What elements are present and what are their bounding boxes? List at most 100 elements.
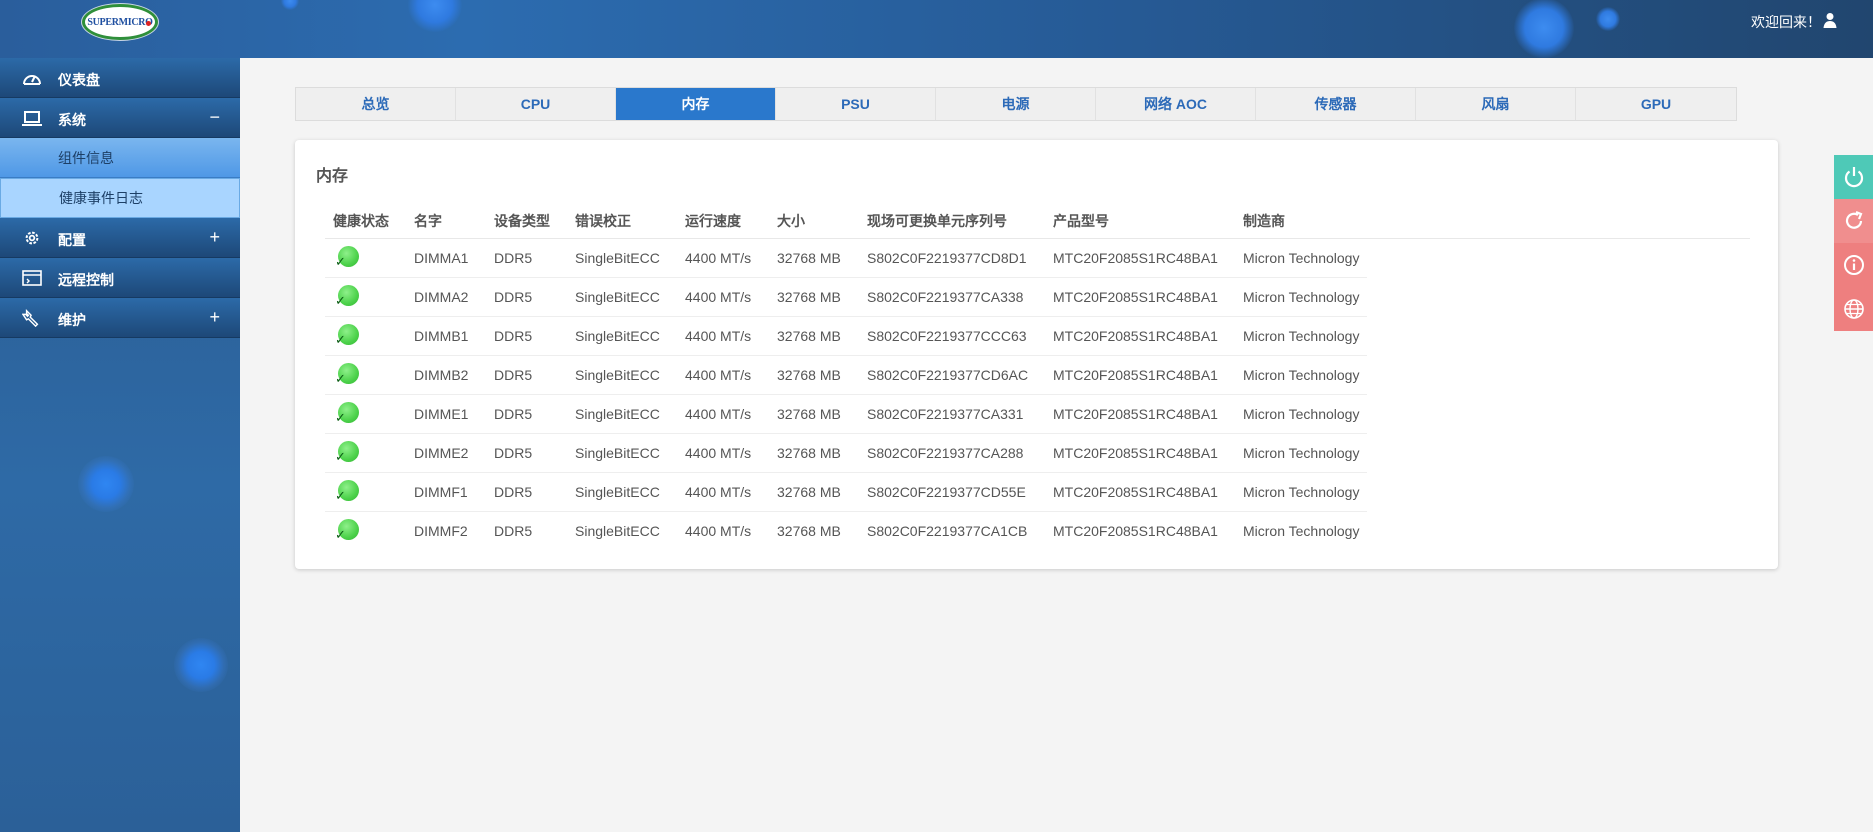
tab-gpu[interactable]: GPU xyxy=(1576,88,1736,120)
expand-toggle[interactable]: + xyxy=(209,307,220,328)
sidebar-item-remote-control[interactable]: 远程控制 xyxy=(0,258,240,298)
cell-ecc: SingleBitECC xyxy=(575,522,660,539)
sidebar-item-configuration[interactable]: 配置 + xyxy=(0,218,240,258)
table-row: ✓ DIMMB2 DDR5 SingleBitECC 4400 MT/s 32768 MB… xyxy=(325,355,1750,395)
decor-orb xyxy=(281,0,299,10)
column-header: 运行速度 xyxy=(677,204,769,239)
health-status-cell: ✓ xyxy=(325,355,406,395)
cell-model: MTC20F2085S1RC48BA1 xyxy=(1045,394,1235,434)
row-filler xyxy=(1367,355,1750,394)
cell-type: DDR5 xyxy=(486,433,567,473)
cell-name: DIMME1 xyxy=(406,394,486,434)
sidebar-item-label: 远程控制 xyxy=(58,272,114,288)
power-button[interactable] xyxy=(1834,155,1873,199)
reset-button[interactable] xyxy=(1834,199,1873,243)
cell-ecc: SingleBitECC xyxy=(567,238,677,278)
memory-panel: 内存 健康状态 名字 设备类型 错误校正 运行速度 大小 现场可更换单元序列号 … xyxy=(295,140,1778,569)
tab-fans[interactable]: 风扇 xyxy=(1416,88,1576,120)
dashboard-gauge-icon xyxy=(23,75,41,85)
cell-serial: S802C0F2219377CA331 xyxy=(859,394,1045,434)
cell-type: DDR5 xyxy=(486,316,567,356)
tab-network-aoc[interactable]: 网络 AOC xyxy=(1096,88,1256,120)
user-icon[interactable] xyxy=(1823,12,1837,28)
tab-sensors[interactable]: 传感器 xyxy=(1256,88,1416,120)
cell-model: MTC20F2085S1RC48BA1 xyxy=(1045,238,1235,278)
cell-vendor: Micron Technology xyxy=(1235,472,1368,512)
panel-title: 内存 xyxy=(316,168,349,185)
health-ok-icon: ✓ xyxy=(335,361,359,386)
tab-memory[interactable]: 内存 xyxy=(616,88,776,120)
tab-cpu[interactable]: CPU xyxy=(456,88,616,120)
decor-orb xyxy=(1514,0,1574,58)
console-window-icon xyxy=(22,270,42,286)
table-row: ✓ DIMME1 DDR5 SingleBitECC 4400 MT/s 32768 MB… xyxy=(325,394,1750,434)
table-row: ✓ DIMME2 DDR5 SingleBitECC 4400 MT/s 32768 MB… xyxy=(325,433,1750,473)
cell-vendor: Micron Technology xyxy=(1235,355,1368,395)
sidebar-item-system[interactable]: 系统 − xyxy=(0,98,240,138)
cell-type: DDR5 xyxy=(494,522,533,539)
cell-type: DDR5 xyxy=(486,238,567,278)
cell-size: 32768 MB xyxy=(769,433,859,473)
cell-size: 32768 MB xyxy=(769,355,859,395)
info-button[interactable] xyxy=(1834,243,1873,287)
column-header: 健康状态 xyxy=(325,204,406,239)
cell-speed: 4400 MT/s xyxy=(677,394,769,434)
health-ok-icon: ✓ xyxy=(335,400,359,425)
cell-serial: S802C0F2219377CA1CB xyxy=(867,522,1028,539)
cell-type: DDR5 xyxy=(486,394,567,434)
tab-overview[interactable]: 总览 xyxy=(296,88,456,120)
cell-name: DIMMB2 xyxy=(406,355,486,395)
cell-model: MTC20F2085S1RC48BA1 xyxy=(1045,472,1235,512)
health-ok-icon: ✓ xyxy=(335,322,359,347)
sidebar-subitem-health-event-log[interactable]: 健康事件日志 xyxy=(0,178,240,218)
row-filler xyxy=(1367,238,1750,277)
sidebar-item-label: 配置 xyxy=(58,232,86,248)
cell-ecc: SingleBitECC xyxy=(567,316,677,356)
cell-speed: 4400 MT/s xyxy=(677,433,769,473)
cell-vendor: Micron Technology xyxy=(1243,522,1360,539)
tab-psu[interactable]: PSU xyxy=(776,88,936,120)
sidebar-item-dashboard[interactable]: 仪表盘 xyxy=(0,58,240,98)
tab-power[interactable]: 电源 xyxy=(936,88,1096,120)
sidebar-subitem-component-info[interactable]: 组件信息 xyxy=(0,138,240,178)
laptop-icon xyxy=(22,111,42,126)
sidebar-item-maintenance[interactable]: 维护 + xyxy=(0,298,240,338)
cell-serial: S802C0F2219377CA338 xyxy=(859,277,1045,317)
cell-vendor: Micron Technology xyxy=(1235,316,1368,356)
column-filler xyxy=(1367,204,1750,239)
welcome-text: 欢迎回来！ xyxy=(1751,14,1821,30)
cell-name: DIMMA2 xyxy=(406,277,486,317)
health-ok-icon: ✓ xyxy=(335,478,359,503)
row-filler xyxy=(1367,277,1750,316)
column-header: 制造商 xyxy=(1235,204,1368,239)
health-status-cell: ✓ xyxy=(325,433,406,473)
column-header: 名字 xyxy=(406,204,486,239)
decor-orb xyxy=(78,456,134,512)
health-status-cell: ✓ xyxy=(325,238,406,278)
cell-serial: S802C0F2219377CD8D1 xyxy=(859,238,1045,278)
cell-speed: 4400 MT/s xyxy=(677,472,769,512)
component-tabs: 总览 CPU 内存 PSU 电源 网络 AOC 传感器 风扇 GPU xyxy=(295,87,1737,121)
cell-ecc: SingleBitECC xyxy=(567,472,677,512)
health-ok-icon: ✓ xyxy=(335,517,359,542)
collapse-toggle[interactable]: − xyxy=(209,107,220,128)
cell-name: DIMMF2 xyxy=(414,522,468,539)
sidebar: 仪表盘 系统 − 组件信息 健康事件日志 配置 + 远程控制 维护 + xyxy=(0,58,240,832)
language-button[interactable] xyxy=(1834,287,1873,331)
cell-name: DIMMF1 xyxy=(406,472,486,512)
cell-speed: 4400 MT/s xyxy=(677,316,769,356)
table-row: ✓ DIMMF1 DDR5 SingleBitECC 4400 MT/s 32768 MB… xyxy=(325,472,1750,512)
health-status-cell: ✓ xyxy=(325,277,406,317)
cell-model: MTC20F2085S1RC48BA1 xyxy=(1053,522,1218,539)
table-header-row: 健康状态 名字 设备类型 错误校正 运行速度 大小 现场可更换单元序列号 产品型… xyxy=(325,204,1750,239)
top-header: SUPERMICRO 欢迎回来！ xyxy=(0,0,1873,58)
supermicro-logo[interactable]: SUPERMICRO xyxy=(82,4,158,40)
cell-serial: S802C0F2219377CCC63 xyxy=(859,316,1045,356)
column-header: 错误校正 xyxy=(567,204,677,239)
cell-model: MTC20F2085S1RC48BA1 xyxy=(1045,355,1235,395)
table-row: ✓ DIMMF2 DDR5 SingleBitECC 4400 MT/s 32768 MB… xyxy=(325,511,1750,550)
sidebar-item-label: 仪表盘 xyxy=(58,72,100,88)
cell-size: 32768 MB xyxy=(769,316,859,356)
expand-toggle[interactable]: + xyxy=(209,227,220,248)
refresh-icon xyxy=(1845,210,1862,229)
